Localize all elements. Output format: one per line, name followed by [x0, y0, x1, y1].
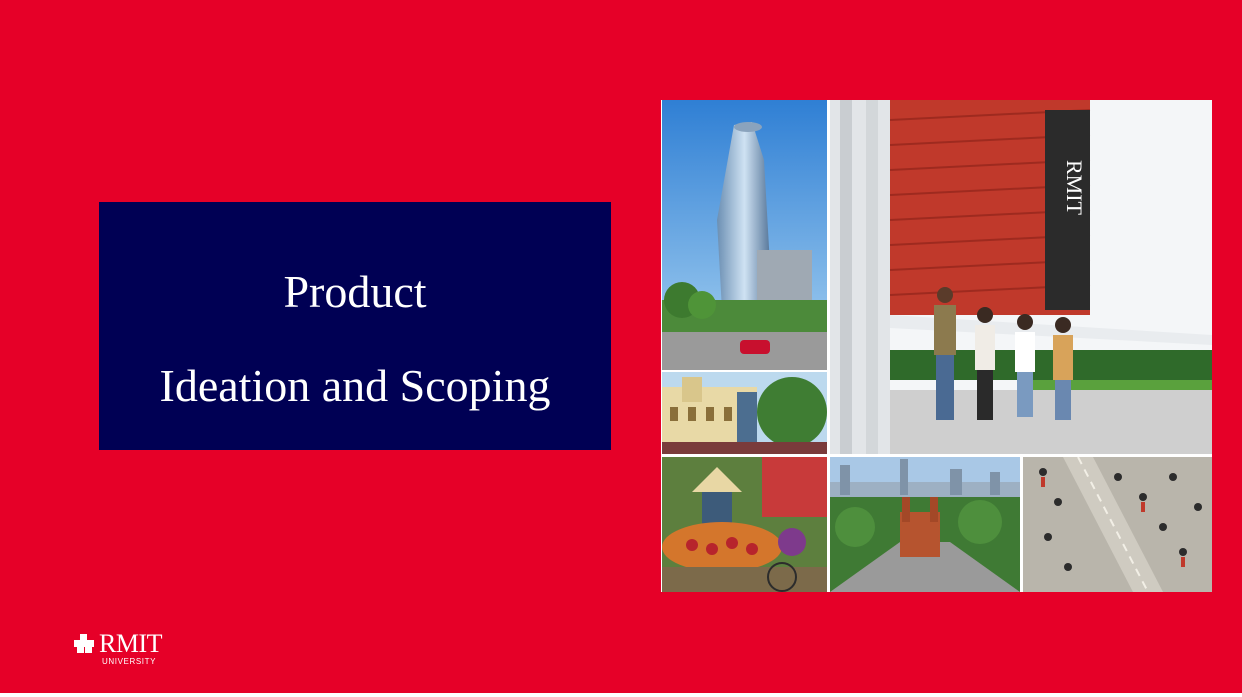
- motorbike-traffic-photo: [1023, 457, 1212, 592]
- rmit-university-logo: RMIT UNIVERSITY: [72, 630, 182, 670]
- logo-wordmark: RMIT: [99, 629, 163, 658]
- title-box: Product Ideation and Scoping: [99, 202, 611, 450]
- slide-title-line-2: Ideation and Scoping: [159, 360, 551, 411]
- rmit-pixel-mark-icon: [74, 634, 94, 653]
- skyscraper-photo: [662, 100, 827, 370]
- title-slide: Product Ideation and Scoping RMIT RMIT U…: [0, 0, 1242, 697]
- fruit-vendor-photo: [662, 457, 827, 592]
- building-sign: RMIT: [1062, 160, 1087, 216]
- photo-collage: RMIT: [661, 100, 1212, 592]
- campus-photo: RMIT: [830, 100, 1212, 454]
- logo-subtitle: UNIVERSITY: [102, 657, 157, 666]
- bottom-strip: [0, 693, 1242, 697]
- colonial-building-photo: [662, 372, 827, 454]
- slide-title-line-1: Product: [283, 266, 427, 317]
- cathedral-aerial-photo: [830, 457, 1020, 592]
